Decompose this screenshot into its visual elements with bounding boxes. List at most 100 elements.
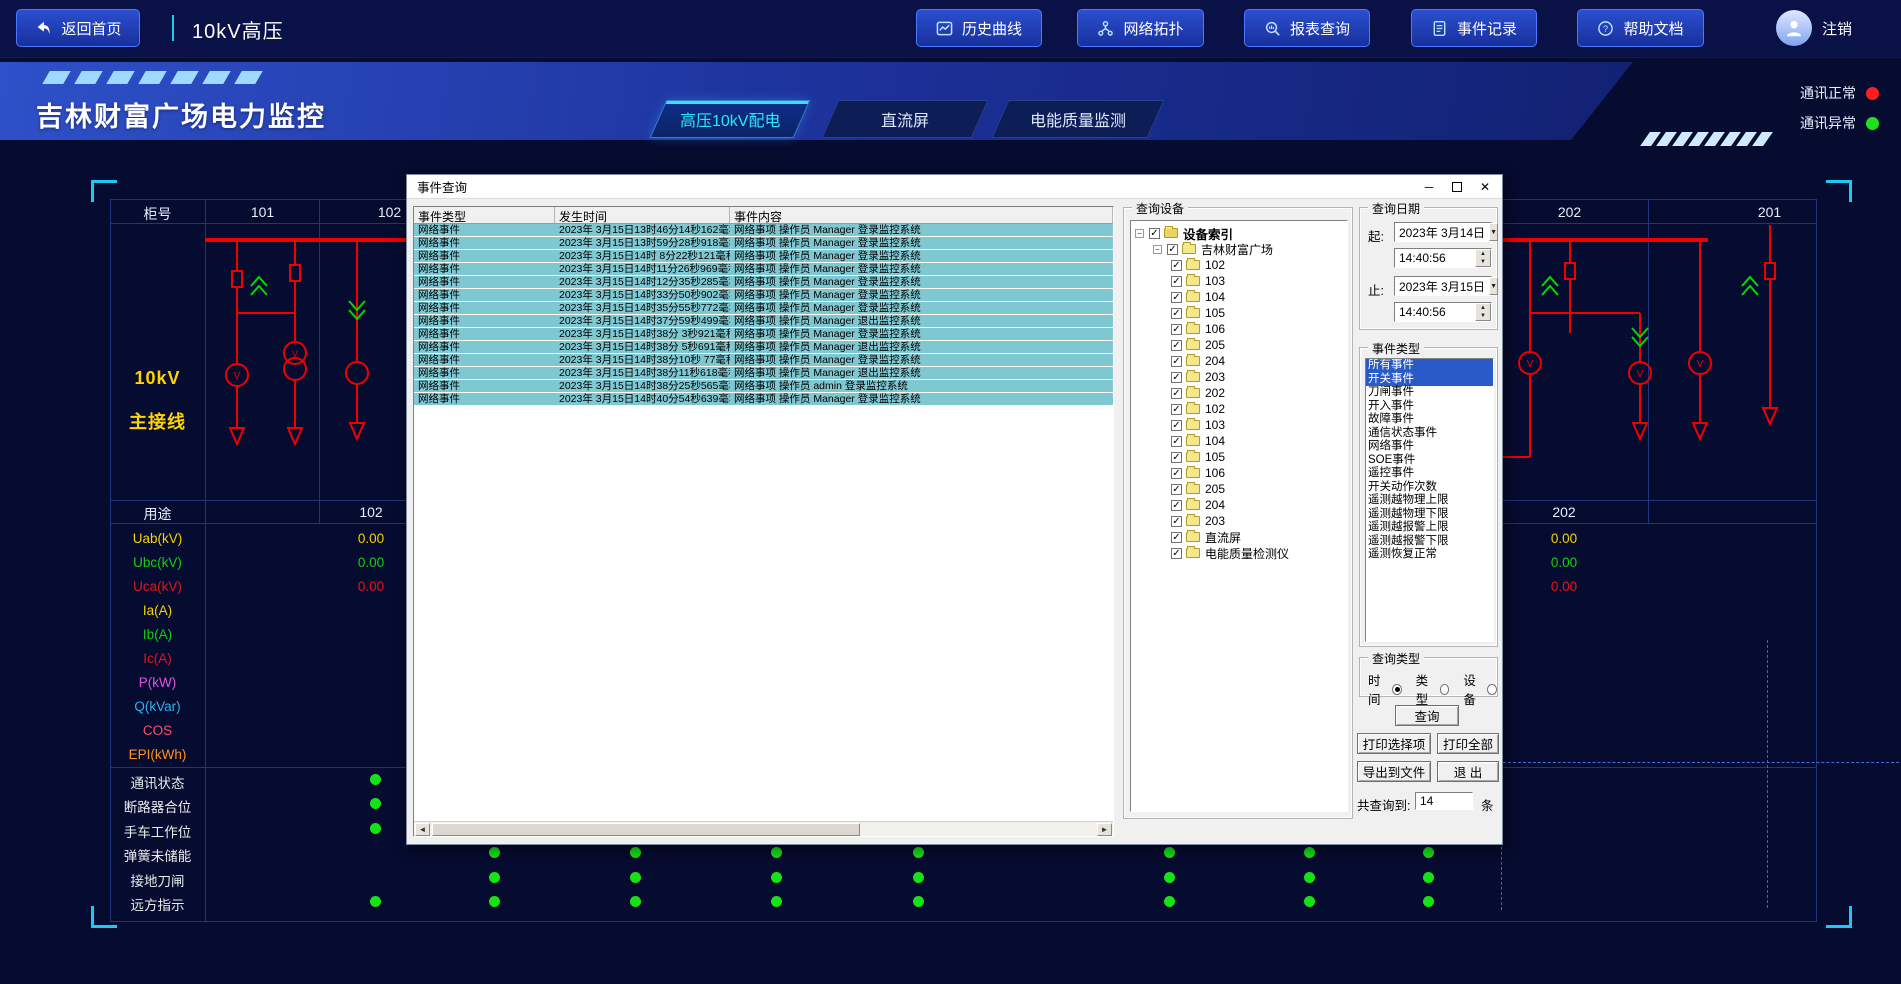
- print-selected-button[interactable]: 打印选择项: [1357, 733, 1431, 754]
- query-type-radio[interactable]: 类型: [1416, 670, 1450, 708]
- tree-checkbox[interactable]: ✓: [1171, 372, 1182, 383]
- time-from-spinner[interactable]: 14:40:56 ▲▼: [1394, 248, 1492, 268]
- event-table-row[interactable]: 网络事件 2023年 3月15日14时38分10秒 77毫秒 网络事项 操作员 …: [414, 354, 1113, 367]
- device-tree-item[interactable]: ✓ 104: [1131, 289, 1347, 305]
- event-table-row[interactable]: 网络事件 2023年 3月15日14时11分26秒969毫秒 网络事项 操作员 …: [414, 263, 1113, 276]
- logout-label[interactable]: 注销: [1822, 18, 1852, 39]
- tab-power-quality[interactable]: 电能质量监测: [992, 100, 1165, 138]
- device-tree-item[interactable]: − ✓ 吉林财富广场: [1131, 241, 1347, 257]
- device-tree-item[interactable]: ✓ 204: [1131, 497, 1347, 513]
- minimize-button[interactable]: ─: [1422, 180, 1436, 194]
- tree-checkbox[interactable]: ✓: [1171, 516, 1182, 527]
- event-type-option[interactable]: 遥测越物理上限: [1366, 494, 1493, 508]
- tree-checkbox[interactable]: ✓: [1171, 468, 1182, 479]
- device-tree-item[interactable]: ✓ 103: [1131, 417, 1347, 433]
- horizontal-scrollbar[interactable]: ◄ ►: [414, 821, 1113, 836]
- event-table-row[interactable]: 网络事件 2023年 3月15日13时46分14秒162毫秒 网络事项 操作员 …: [414, 224, 1113, 237]
- col-header-event-time[interactable]: 发生时间: [555, 207, 730, 223]
- back-home-button[interactable]: 返回首页: [16, 9, 140, 47]
- tree-checkbox[interactable]: ✓: [1171, 308, 1182, 319]
- close-button[interactable]: ✕: [1478, 180, 1492, 194]
- query-type-radio[interactable]: 设备: [1463, 670, 1497, 708]
- tree-checkbox[interactable]: ✓: [1171, 452, 1182, 463]
- event-table-row[interactable]: 网络事件 2023年 3月15日14时38分 5秒691毫秒 网络事项 操作员 …: [414, 341, 1113, 354]
- event-table-row[interactable]: 网络事件 2023年 3月15日14时40分54秒639毫秒 网络事项 操作员 …: [414, 393, 1113, 406]
- tree-checkbox[interactable]: ✓: [1171, 340, 1182, 351]
- device-tree-item[interactable]: ✓ 203: [1131, 513, 1347, 529]
- event-type-option[interactable]: 通信状态事件: [1366, 427, 1493, 441]
- event-type-option[interactable]: SOE事件: [1366, 454, 1493, 468]
- tree-checkbox[interactable]: ✓: [1171, 292, 1182, 303]
- event-type-option[interactable]: 所有事件: [1366, 359, 1493, 373]
- time-to-spin-icons[interactable]: ▲▼: [1475, 303, 1491, 321]
- event-table-row[interactable]: 网络事件 2023年 3月15日14时35分55秒772毫秒 网络事项 操作员 …: [414, 302, 1113, 315]
- device-tree-item[interactable]: ✓ 106: [1131, 465, 1347, 481]
- device-tree-item[interactable]: ✓ 104: [1131, 433, 1347, 449]
- tree-checkbox[interactable]: ✓: [1171, 404, 1182, 415]
- event-type-option[interactable]: 开关动作次数: [1366, 481, 1493, 495]
- tree-checkbox[interactable]: ✓: [1171, 276, 1182, 287]
- tree-checkbox[interactable]: ✓: [1171, 532, 1182, 543]
- device-tree-item[interactable]: ✓ 102: [1131, 401, 1347, 417]
- device-tree-item[interactable]: ✓ 204: [1131, 353, 1347, 369]
- device-tree-item[interactable]: ✓ 203: [1131, 369, 1347, 385]
- date-to-dropdown-icon[interactable]: ▼: [1489, 277, 1498, 295]
- tree-expander-icon[interactable]: −: [1135, 229, 1144, 238]
- event-type-option[interactable]: 遥测恢复正常: [1366, 548, 1493, 562]
- event-type-option[interactable]: 遥控事件: [1366, 467, 1493, 481]
- report-search-button[interactable]: 报表查询: [1244, 9, 1370, 47]
- result-count-field[interactable]: 14: [1415, 792, 1473, 810]
- event-table-row[interactable]: 网络事件 2023年 3月15日14时33分50秒902毫秒 网络事项 操作员 …: [414, 289, 1113, 302]
- event-type-option[interactable]: 遥测越报警上限: [1366, 521, 1493, 535]
- date-from-dropdown-icon[interactable]: ▼: [1489, 223, 1498, 241]
- event-type-option[interactable]: 网络事件: [1366, 440, 1493, 454]
- print-all-button[interactable]: 打印全部: [1437, 733, 1499, 754]
- tree-checkbox[interactable]: ✓: [1171, 484, 1182, 495]
- event-table-row[interactable]: 网络事件 2023年 3月15日14时38分 3秒921毫秒 网络事项 操作员 …: [414, 328, 1113, 341]
- history-curve-button[interactable]: 历史曲线: [916, 9, 1042, 47]
- tree-checkbox[interactable]: ✓: [1167, 244, 1178, 255]
- device-tree-item[interactable]: ✓ 105: [1131, 449, 1347, 465]
- event-log-button[interactable]: 事件记录: [1411, 9, 1537, 47]
- event-type-option[interactable]: 开关事件: [1366, 373, 1493, 387]
- network-topology-button[interactable]: 网络拓扑: [1077, 9, 1204, 47]
- scroll-right-button[interactable]: ►: [1097, 823, 1112, 836]
- query-button[interactable]: 查询: [1395, 705, 1459, 726]
- tree-checkbox[interactable]: ✓: [1171, 324, 1182, 335]
- dialog-title-bar[interactable]: 事件查询 ─ ✕: [407, 175, 1502, 199]
- time-to-spinner[interactable]: 14:40:56 ▲▼: [1394, 302, 1492, 322]
- tree-checkbox[interactable]: ✓: [1171, 260, 1182, 271]
- event-table-row[interactable]: 网络事件 2023年 3月15日13时59分28秒918毫秒 网络事项 操作员 …: [414, 237, 1113, 250]
- tree-expander-icon[interactable]: −: [1153, 245, 1162, 254]
- device-tree-item[interactable]: ✓ 直流屏: [1131, 529, 1347, 545]
- device-tree-item[interactable]: ✓ 电能质量检测仪: [1131, 545, 1347, 561]
- date-from-combo[interactable]: 2023年 3月14日 ▼: [1394, 222, 1492, 242]
- device-tree-item[interactable]: ✓ 205: [1131, 337, 1347, 353]
- device-tree-item[interactable]: ✓ 202: [1131, 385, 1347, 401]
- tree-checkbox[interactable]: ✓: [1171, 420, 1182, 431]
- time-from-spin-icons[interactable]: ▲▼: [1475, 249, 1491, 267]
- date-to-combo[interactable]: 2023年 3月15日 ▼: [1394, 276, 1492, 296]
- tree-checkbox[interactable]: ✓: [1171, 500, 1182, 511]
- event-type-option[interactable]: 遥测越物理下限: [1366, 508, 1493, 522]
- col-header-event-content[interactable]: 事件内容: [730, 207, 1113, 223]
- event-table-row[interactable]: 网络事件 2023年 3月15日14时37分59秒499毫秒 网络事项 操作员 …: [414, 315, 1113, 328]
- event-table-row[interactable]: 网络事件 2023年 3月15日14时38分11秒618毫秒 网络事项 操作员 …: [414, 367, 1113, 380]
- event-table-row[interactable]: 网络事件 2023年 3月15日14时38分25秒565毫秒 网络事项 操作员 …: [414, 380, 1113, 393]
- scrollbar-thumb[interactable]: [432, 823, 860, 836]
- device-tree-item[interactable]: ✓ 205: [1131, 481, 1347, 497]
- device-tree-item[interactable]: ✓ 103: [1131, 273, 1347, 289]
- query-type-radio[interactable]: 时间: [1368, 670, 1402, 708]
- device-tree-item[interactable]: − ✓ 设备索引: [1131, 225, 1347, 241]
- tree-checkbox[interactable]: ✓: [1149, 228, 1160, 239]
- event-table-row[interactable]: 网络事件 2023年 3月15日14时12分35秒285毫秒 网络事项 操作员 …: [414, 276, 1113, 289]
- exit-button[interactable]: 退 出: [1437, 761, 1499, 782]
- event-type-option[interactable]: 开入事件: [1366, 400, 1493, 414]
- user-menu[interactable]: 注销: [1776, 10, 1852, 46]
- tree-checkbox[interactable]: ✓: [1171, 436, 1182, 447]
- maximize-button[interactable]: [1452, 182, 1462, 192]
- event-type-option[interactable]: 遥测越报警下限: [1366, 535, 1493, 549]
- tab-hv-10kv[interactable]: 高压10kV配电: [650, 100, 811, 138]
- export-file-button[interactable]: 导出到文件: [1357, 761, 1431, 782]
- event-type-option[interactable]: 故障事件: [1366, 413, 1493, 427]
